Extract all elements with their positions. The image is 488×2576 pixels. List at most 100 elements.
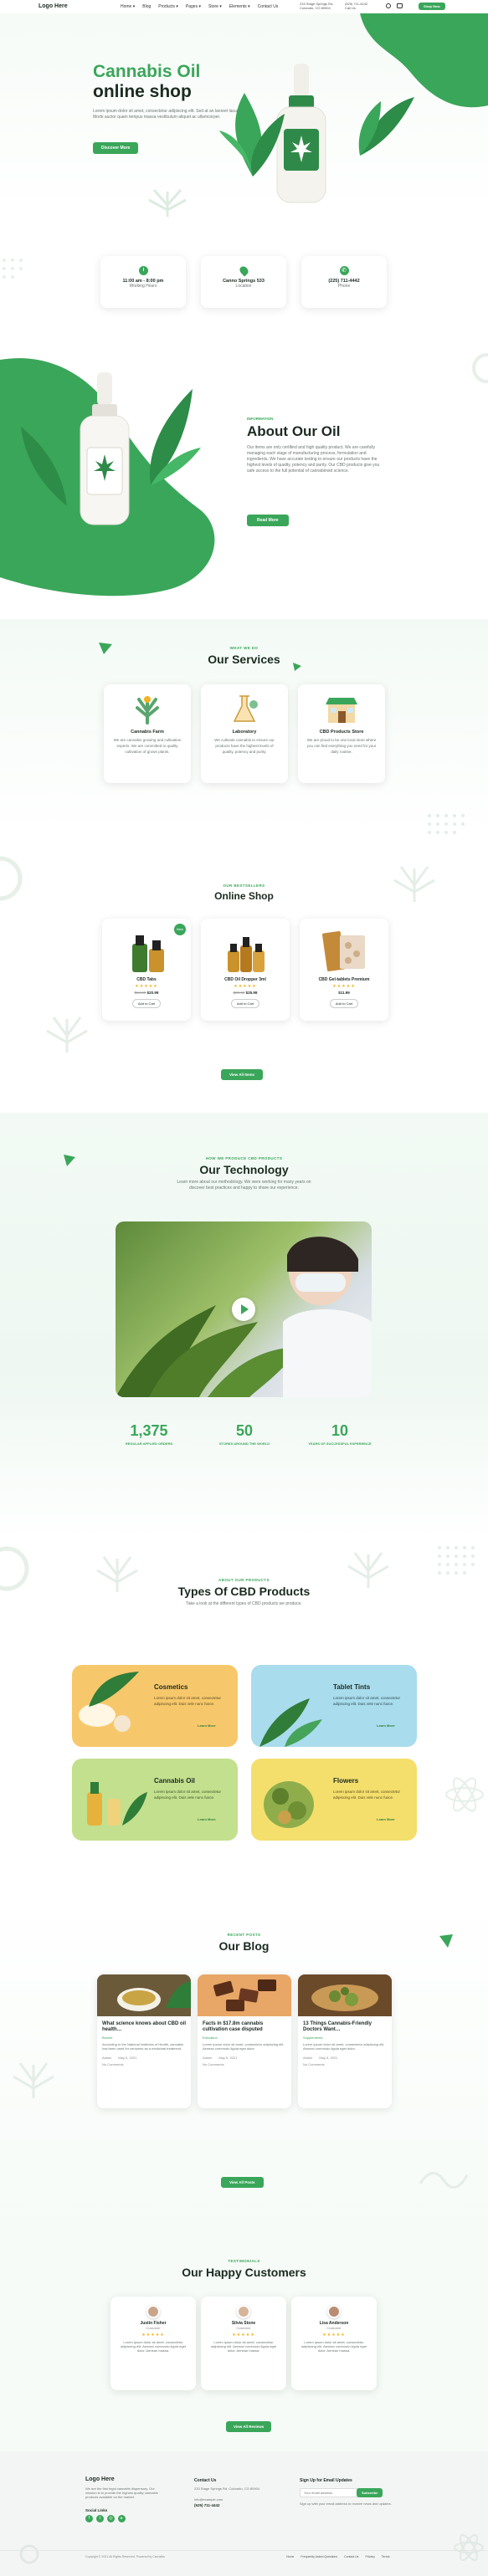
post-image-cannabis-buds — [298, 1974, 392, 2016]
footer-link-contact[interactable]: Contact Us — [344, 2555, 358, 2558]
footer-logo[interactable]: Logo Here — [85, 2476, 115, 2482]
footer-link-home[interactable]: Home — [286, 2555, 294, 2558]
add-to-cart-button[interactable]: Add to Cart — [330, 999, 358, 1008]
search-icon[interactable] — [386, 3, 391, 8]
technology-section: How We Produce CBD Products Our Technolo… — [0, 1113, 488, 1539]
footer-link-privacy[interactable]: Privacy — [365, 2555, 374, 2558]
add-to-cart-button[interactable]: Add to Cart — [231, 999, 259, 1008]
leaf-outline-decoration — [46, 1017, 88, 1052]
blog-eyebrow: Recent Posts — [227, 1933, 261, 1937]
nav-home[interactable]: Home ▾ — [121, 4, 135, 9]
about-eyebrow: Information — [247, 417, 274, 421]
social-title: Social Links — [85, 2508, 108, 2512]
nav-pages[interactable]: Pages ▾ — [186, 4, 201, 9]
info-card-hours: 11:00 am - 8:00 pm Working Hours — [100, 256, 186, 308]
leaf-image — [358, 97, 414, 156]
add-to-cart-button[interactable]: Add to Cart — [132, 999, 161, 1008]
stat-years: 10 Years of Successful Experience — [308, 1422, 372, 1446]
contact-phone[interactable]: (525) 711-4442 — [194, 2503, 220, 2507]
stat-orders: 1,375 Regular Applied Orders — [125, 1422, 173, 1446]
cart-icon[interactable] — [397, 3, 403, 8]
type-card-cannabis-oil[interactable]: Cannabis Oil Lorem ipsum dolor sit amet,… — [72, 1759, 238, 1841]
product-card[interactable]: New CBD Tabs ★★★★★ $24.99 $20.99 Add to … — [102, 919, 191, 1021]
shop-title: Online Shop — [214, 890, 274, 902]
blog-title: Our Blog — [218, 1939, 270, 1953]
youtube-icon[interactable]: ▸ — [118, 2515, 126, 2522]
type-card-flowers[interactable]: Flowers Lorem ipsum dolor sit amet, cons… — [251, 1759, 417, 1841]
hero-title-line2: online shop — [93, 82, 192, 101]
blog-card[interactable]: What science knows about CBD oil health…… — [97, 1974, 191, 2108]
laboratory-icon — [233, 695, 258, 722]
play-icon — [241, 1304, 249, 1314]
contact-email[interactable]: info@example.com — [194, 2497, 223, 2502]
about-title: About Our Oil — [247, 423, 341, 439]
read-more-button[interactable]: Read More — [247, 515, 289, 526]
blog-card[interactable]: 13 Things Cannabis-Friendly Doctors Want… — [298, 1974, 392, 2108]
atom-decoration — [445, 1777, 484, 1812]
clock-icon — [138, 266, 148, 275]
rating-stars: ★★★★★ — [322, 2333, 346, 2338]
ring-decoration — [472, 353, 488, 383]
shop-eyebrow: Our Bestsellers — [223, 883, 265, 888]
avatar — [237, 2305, 250, 2318]
nav-store[interactable]: Store ▾ — [208, 4, 222, 9]
service-card-store[interactable]: CBD Products Store We are proud to be on… — [298, 684, 385, 783]
post-image-chocolate — [198, 1974, 291, 2016]
nav-contact[interactable]: Contact Us — [258, 4, 279, 9]
header: Logo Here Home ▾ Blog Products ▾ Pages ▾… — [0, 0, 488, 13]
avatar — [146, 2305, 160, 2318]
testimonials-section: Testimonials Our Happy Customers Justin … — [0, 2242, 488, 2451]
page: Logo Here Home ▾ Blog Products ▾ Pages ▾… — [0, 0, 488, 2576]
product-card[interactable]: CBD Gel-tablets Premium ★★★★★ $11.99 Add… — [300, 919, 388, 1021]
post-author: Education — [203, 2036, 218, 2040]
nav-elements[interactable]: Elements ▾ — [229, 4, 250, 9]
product-card[interactable]: CBD Oil Dropper 3ml ★★★★★ $29.99 $25.99 … — [201, 919, 290, 1021]
footer-about: We are the first legal cannabis dispensa… — [85, 2486, 158, 2499]
rating-stars: ★★★★★ — [135, 984, 158, 989]
view-all-reviews-button[interactable]: View All Reviews — [226, 2421, 272, 2432]
service-card-farm[interactable]: Cannabis Farm We are cannabis growing an… — [104, 684, 191, 783]
testimonial-card: Lisa Anderson Customer ★★★★★ Lorem ipsum… — [291, 2297, 377, 2390]
product-image — [132, 935, 164, 972]
wave-decoration — [419, 2172, 469, 2189]
learn-more-link[interactable]: Learn More — [377, 1723, 395, 1728]
logo[interactable]: Logo Here — [39, 3, 68, 9]
facebook-icon[interactable]: f — [85, 2515, 93, 2522]
post-meta: Admin May 5, 2021 — [102, 2056, 137, 2060]
view-all-posts-button[interactable]: View All Posts — [221, 2177, 264, 2188]
rating-stars: ★★★★★ — [232, 2333, 255, 2338]
cannabis-farm-icon — [136, 696, 159, 725]
nav-blog[interactable]: Blog — [142, 4, 151, 9]
learn-more-link[interactable]: Learn More — [198, 1723, 216, 1728]
stat-stores: 50 Stores Around the World — [218, 1422, 270, 1446]
instagram-icon[interactable]: ◎ — [107, 2515, 115, 2522]
service-card-laboratory[interactable]: Laboratory We cultivate cannabis to ensu… — [201, 684, 288, 783]
footer: Logo Here We are the first legal cannabi… — [0, 2451, 488, 2576]
blog-section: Recent Posts Our Blog What science knows… — [0, 1891, 488, 2242]
services-title: Our Services — [208, 653, 280, 666]
tablet-tints-image — [259, 1698, 322, 1747]
footer-link-terms[interactable]: Terms — [382, 2555, 390, 2558]
nav-products[interactable]: Products ▾ — [158, 4, 178, 9]
footer-link-faq[interactable]: Frequently Asked Questions — [301, 2555, 337, 2558]
view-all-items-button[interactable]: View All Items — [221, 1069, 264, 1080]
rating-stars: ★★★★★ — [332, 984, 356, 989]
types-body: Take a look at the different types of CB… — [186, 1601, 302, 1606]
rating-stars: ★★★★★ — [141, 2333, 165, 2338]
blog-card[interactable]: Facts in $17.8m cannabis cultivation cas… — [198, 1974, 291, 2108]
subscribe-button[interactable]: Subscribe — [357, 2488, 383, 2497]
learn-more-link[interactable]: Learn More — [377, 1817, 395, 1821]
type-card-cosmetics[interactable]: Cosmetics Lorem ipsum dolor sit amet, co… — [72, 1665, 238, 1747]
social-links: f t ◎ ▸ — [85, 2515, 126, 2522]
twitter-icon[interactable]: t — [96, 2515, 104, 2522]
play-button[interactable] — [232, 1298, 255, 1321]
new-badge: New — [174, 924, 186, 935]
technology-video[interactable] — [116, 1221, 372, 1397]
footer-divider — [0, 2550, 488, 2551]
discover-more-button[interactable]: Discover More — [93, 142, 139, 154]
learn-more-link[interactable]: Learn More — [198, 1817, 216, 1821]
type-card-tablet-tints[interactable]: Tablet Tints Lorem ipsum dolor sit amet,… — [251, 1665, 417, 1747]
shop-section: Our Bestsellers Online Shop New CBD Tabs… — [0, 845, 488, 1096]
shop-now-button[interactable]: Shop Now — [419, 3, 445, 10]
flowers-image — [264, 1781, 314, 1828]
